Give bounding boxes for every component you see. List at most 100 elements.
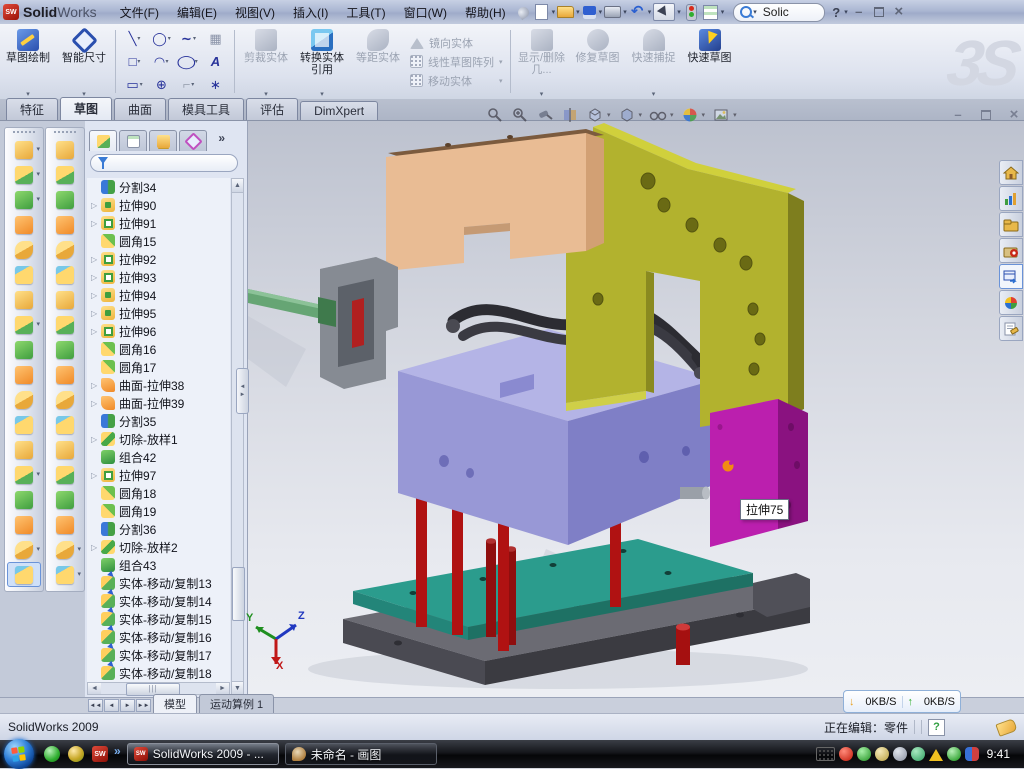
lofted-boss-button[interactable] bbox=[7, 237, 41, 262]
view-settings-icon[interactable] bbox=[712, 106, 730, 124]
curve-button[interactable]: ▾ bbox=[48, 562, 82, 587]
dropdown-caret[interactable]: ▾ bbox=[36, 195, 40, 203]
network-speed-widget[interactable]: ↓0KB/S ↑0KB/S bbox=[843, 690, 961, 713]
design-library-icon[interactable] bbox=[999, 212, 1023, 237]
health-shield-icon[interactable] bbox=[947, 747, 961, 761]
volume-icon[interactable] bbox=[893, 747, 907, 761]
tree-item[interactable]: 实体-移动/复制15 bbox=[87, 610, 230, 628]
delete-face-button[interactable] bbox=[48, 512, 82, 537]
doc-minimize-button[interactable] bbox=[948, 107, 968, 123]
file-explorer-icon[interactable] bbox=[999, 238, 1023, 263]
trim-surface-button[interactable] bbox=[48, 412, 82, 437]
hole-wizard-button[interactable] bbox=[7, 287, 41, 312]
fillet-surface-button[interactable] bbox=[48, 487, 82, 512]
zoom-to-fit-icon[interactable] bbox=[486, 106, 504, 124]
solidworks-quicklaunch-icon[interactable]: SW bbox=[92, 746, 108, 762]
filled-surface-button[interactable] bbox=[48, 337, 82, 362]
view-palette-icon[interactable] bbox=[999, 264, 1023, 289]
zoom-to-area-icon[interactable] bbox=[511, 106, 529, 124]
swept-boss-button[interactable] bbox=[7, 212, 41, 237]
menu-item[interactable]: 视图(V) bbox=[226, 2, 284, 23]
knit-surface-button[interactable] bbox=[48, 437, 82, 462]
dropdown-caret[interactable]: ▾ bbox=[607, 111, 611, 119]
convert-entities-button[interactable]: 转换实体引用▾ bbox=[294, 24, 350, 99]
dropdown-caret[interactable]: ▾ bbox=[623, 8, 627, 16]
tree-item[interactable]: 分割34 bbox=[87, 178, 230, 196]
dropdown-caret[interactable]: ▾ bbox=[639, 111, 643, 119]
tree-item[interactable]: ▷拉伸94 bbox=[87, 286, 230, 304]
dropdown-caret[interactable]: ▾ bbox=[77, 545, 81, 553]
appearances-icon[interactable] bbox=[999, 290, 1023, 315]
close-button[interactable] bbox=[889, 4, 909, 20]
expand-arrow-icon[interactable]: ▷ bbox=[91, 435, 101, 444]
line-tool[interactable]: ▾ bbox=[121, 27, 148, 50]
tab-DimXpert[interactable]: DimXpert bbox=[300, 101, 378, 120]
model-3d[interactable] bbox=[248, 121, 1024, 697]
task-button[interactable]: SWSolidWorks 2009 - ... bbox=[127, 743, 279, 765]
doc-restore-button[interactable] bbox=[976, 107, 996, 123]
menu-item[interactable]: 编辑(E) bbox=[168, 2, 226, 23]
tree-item[interactable]: ▷拉伸90 bbox=[87, 196, 230, 214]
insert-part-button[interactable]: ▾ bbox=[7, 462, 41, 487]
quick-tips-icon[interactable]: ? bbox=[928, 719, 945, 736]
solidworks-resources-icon[interactable] bbox=[999, 186, 1023, 211]
expand-arrow-icon[interactable]: ▷ bbox=[91, 273, 101, 282]
fillet-button[interactable]: ▾ bbox=[7, 187, 41, 212]
dropdown-caret[interactable]: ▾ bbox=[36, 170, 40, 178]
start-button[interactable] bbox=[4, 739, 34, 769]
tree-item[interactable]: 实体-移动/复制17 bbox=[87, 646, 230, 664]
scroll-down-arrow[interactable]: ▼ bbox=[232, 681, 243, 695]
tree-item[interactable]: 实体-移动/复制14 bbox=[87, 592, 230, 610]
tree-item[interactable]: 圆角17 bbox=[87, 358, 230, 376]
draft-button[interactable] bbox=[7, 362, 41, 387]
dimxpertmanager-tab[interactable] bbox=[179, 130, 207, 151]
revolved-surface-button[interactable] bbox=[48, 162, 82, 187]
swept-surface-button[interactable] bbox=[48, 187, 82, 212]
tab-特征[interactable]: 特征 bbox=[6, 98, 58, 120]
doc-close-button[interactable] bbox=[1004, 107, 1024, 123]
circle-tool[interactable]: ▾ bbox=[148, 27, 175, 50]
menu-item[interactable]: 帮助(H) bbox=[456, 2, 515, 23]
planar-surface-button[interactable] bbox=[48, 262, 82, 287]
save-icon[interactable] bbox=[583, 6, 596, 19]
dropdown-caret[interactable]: ▾ bbox=[670, 111, 674, 119]
ellipse-tool[interactable]: ▾ bbox=[175, 50, 202, 73]
scrollbar-thumb[interactable] bbox=[232, 567, 245, 621]
slot-tool[interactable]: ▾ bbox=[121, 73, 148, 96]
home-icon[interactable] bbox=[999, 160, 1023, 185]
select-arrow-icon[interactable] bbox=[653, 3, 675, 21]
help-icon[interactable]: ? bbox=[829, 5, 843, 20]
polygon-tool[interactable] bbox=[148, 73, 175, 96]
configurationmanager-tab[interactable] bbox=[149, 130, 177, 151]
last-tab-button[interactable]: ►► bbox=[136, 699, 151, 712]
scroll-up-arrow[interactable]: ▲ bbox=[232, 179, 243, 193]
magnified-selection-icon[interactable] bbox=[536, 106, 554, 124]
move-copy-body-button[interactable] bbox=[7, 437, 41, 462]
tab-草图[interactable]: 草图 bbox=[60, 97, 112, 120]
thicken-button[interactable] bbox=[48, 462, 82, 487]
dropdown-caret[interactable]: ▾ bbox=[648, 8, 652, 16]
tree-item[interactable]: 圆角16 bbox=[87, 340, 230, 358]
curve-button[interactable]: ▾ bbox=[7, 537, 41, 562]
security-center-icon[interactable] bbox=[839, 747, 853, 761]
tree-item[interactable]: ▷拉伸96 bbox=[87, 322, 230, 340]
restore-button[interactable] bbox=[869, 4, 889, 20]
antivirus-quicklaunch-icon[interactable] bbox=[68, 746, 84, 762]
freeform-button[interactable] bbox=[48, 362, 82, 387]
ruled-surface-button[interactable] bbox=[48, 312, 82, 337]
view-orientation-icon[interactable] bbox=[586, 106, 604, 124]
mirror-feature-button[interactable] bbox=[7, 387, 41, 412]
expand-arrow-icon[interactable]: ▷ bbox=[91, 201, 101, 210]
expand-arrow-icon[interactable]: ▷ bbox=[91, 255, 101, 264]
propertymanager-tab[interactable] bbox=[119, 130, 147, 151]
dropdown-caret[interactable]: ▾ bbox=[36, 320, 40, 328]
dropdown-caret[interactable]: ▾ bbox=[702, 111, 706, 119]
undo-icon[interactable]: ↶ bbox=[629, 4, 646, 20]
expand-arrow-icon[interactable]: ▷ bbox=[91, 399, 101, 408]
shell-button[interactable] bbox=[7, 262, 41, 287]
extruded-surface-button[interactable] bbox=[48, 137, 82, 162]
reference-geometry-button[interactable]: ▾ bbox=[48, 537, 82, 562]
rib-button[interactable] bbox=[7, 337, 41, 362]
dropdown-caret[interactable]: ▾ bbox=[733, 111, 737, 119]
tree-item[interactable]: ▷拉伸93 bbox=[87, 268, 230, 286]
